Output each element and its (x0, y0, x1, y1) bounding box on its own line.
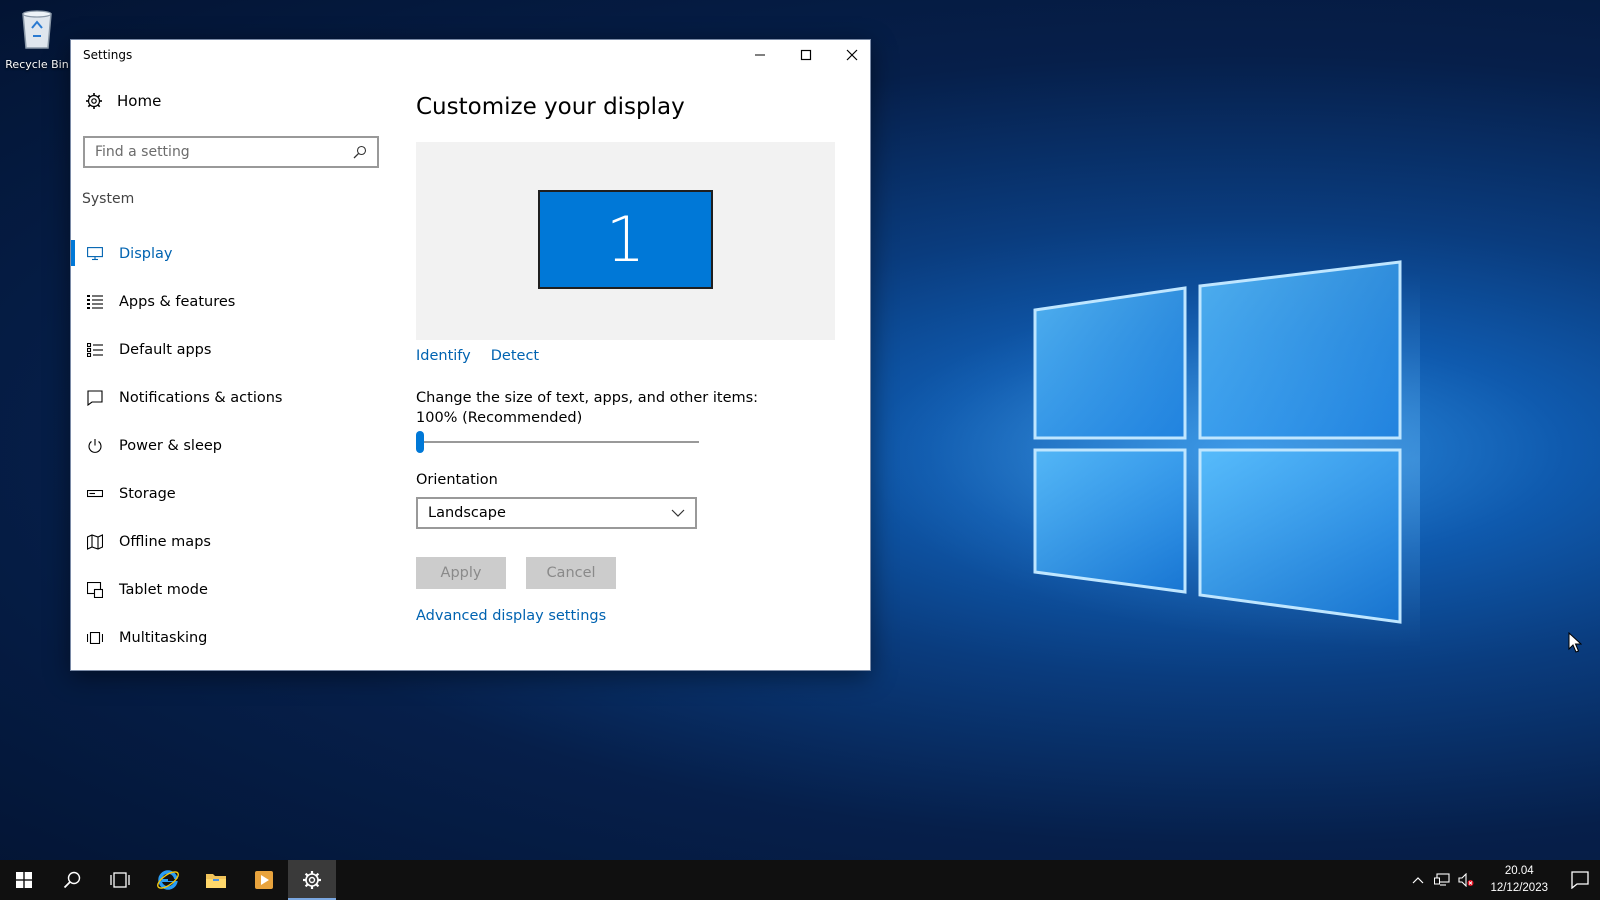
nav-list: Display Apps & features Default apps Not… (71, 230, 386, 662)
chevron-down-icon (671, 509, 685, 517)
display-settings-panel: Customize your display 1 Identify Detect… (416, 70, 870, 670)
media-app-button[interactable] (240, 860, 288, 900)
sidebar-item-offline-maps[interactable]: Offline maps (71, 518, 386, 566)
tablet-icon (86, 581, 104, 599)
map-icon (86, 533, 104, 551)
multitasking-icon (86, 629, 104, 647)
detect-link[interactable]: Detect (491, 348, 539, 364)
taskbar: 20.04 12/12/2023 (0, 860, 1600, 900)
notification-icon (1571, 871, 1589, 889)
orientation-value: Landscape (428, 505, 506, 521)
clock-date: 12/12/2023 (1490, 882, 1548, 894)
nav-home-label: Home (117, 92, 162, 110)
monitor-icon (86, 245, 104, 263)
search-box[interactable] (83, 136, 379, 168)
sidebar-item-label: Storage (119, 486, 176, 502)
network-button[interactable] (1430, 860, 1454, 900)
search-icon (63, 871, 81, 889)
section-label: System (82, 191, 135, 207)
settings-taskbar-button[interactable] (288, 860, 336, 900)
folder-icon (206, 874, 226, 888)
sidebar-item-label: Notifications & actions (119, 390, 283, 406)
sidebar-item-display[interactable]: Display (71, 230, 386, 278)
task-view-button[interactable] (96, 860, 144, 900)
search-button[interactable] (48, 860, 96, 900)
recycle-bin-label: Recycle Bin (5, 58, 69, 71)
internet-explorer-button[interactable] (144, 860, 192, 900)
mouse-cursor-icon (1568, 632, 1582, 653)
apply-button[interactable]: Apply (416, 557, 506, 589)
sidebar-item-notifications[interactable]: Notifications & actions (71, 374, 386, 422)
windows-wallpaper-logo (1033, 260, 1402, 624)
slider-thumb[interactable] (416, 431, 424, 453)
slider-track (416, 441, 699, 443)
monitor-1[interactable]: 1 (538, 190, 713, 289)
media-player-icon (255, 871, 273, 889)
maximize-button[interactable] (783, 40, 829, 70)
taskbar-clock[interactable]: 20.04 12/12/2023 (1478, 863, 1560, 897)
storage-icon (86, 485, 104, 503)
settings-window: Settings Home Find a setting System Disp… (70, 39, 871, 671)
clock-time: 20.04 (1504, 865, 1534, 877)
orientation-label: Orientation (416, 472, 498, 488)
nav-home[interactable]: Home (85, 92, 161, 110)
settings-nav: Home System Display Apps & features (71, 70, 386, 670)
gear-icon (86, 93, 102, 109)
title-bar[interactable]: Settings (71, 40, 870, 70)
sidebar-item-default-apps[interactable]: Default apps (71, 326, 386, 374)
sidebar-item-label: Offline maps (119, 534, 211, 550)
default-apps-icon (86, 341, 104, 359)
sidebar-item-label: Display (119, 246, 173, 262)
scale-slider[interactable] (416, 430, 699, 454)
sidebar-item-label: Power & sleep (119, 438, 222, 454)
start-button[interactable] (0, 860, 48, 900)
display-actions: Identify Detect (416, 348, 539, 364)
power-icon (86, 437, 104, 455)
close-icon (846, 49, 858, 61)
page-title: Customize your display (416, 94, 685, 120)
minimize-button[interactable] (737, 40, 783, 70)
notification-icon (86, 389, 104, 407)
sidebar-item-label: Tablet mode (119, 582, 208, 598)
system-tray: 20.04 12/12/2023 (1406, 860, 1600, 900)
identify-link[interactable]: Identify (416, 348, 471, 364)
recycle-bin-icon (22, 10, 52, 49)
maximize-icon (800, 49, 812, 61)
windows-logo-icon (16, 872, 32, 888)
list-icon (86, 293, 104, 311)
close-button[interactable] (829, 40, 875, 70)
sidebar-item-storage[interactable]: Storage (71, 470, 386, 518)
window-title: Settings (83, 48, 133, 62)
gear-icon (303, 871, 321, 889)
minimize-icon (755, 54, 765, 56)
advanced-display-settings-link[interactable]: Advanced display settings (416, 608, 606, 624)
orientation-dropdown[interactable]: Landscape (416, 497, 697, 529)
task-view-icon (110, 872, 130, 888)
chevron-up-icon (1413, 877, 1424, 884)
volume-muted-icon (1458, 873, 1474, 887)
search-input[interactable] (95, 144, 353, 160)
search-icon (353, 145, 367, 159)
recycle-bin[interactable]: Recycle Bin (4, 6, 70, 71)
volume-button[interactable] (1454, 860, 1478, 900)
sidebar-item-apps-features[interactable]: Apps & features (71, 278, 386, 326)
display-preview: 1 (416, 142, 835, 340)
sidebar-item-label: Apps & features (119, 294, 236, 310)
action-center-button[interactable] (1560, 860, 1600, 900)
internet-explorer-icon (157, 870, 179, 890)
network-icon (1434, 873, 1450, 886)
sidebar-item-label: Multitasking (119, 630, 208, 646)
show-hidden-icons-button[interactable] (1406, 860, 1430, 900)
sidebar-item-tablet-mode[interactable]: Tablet mode (71, 566, 386, 614)
scale-label: Change the size of text, apps, and other… (416, 390, 759, 426)
sidebar-item-label: Default apps (119, 342, 212, 358)
sidebar-item-multitasking[interactable]: Multitasking (71, 614, 386, 662)
file-explorer-button[interactable] (192, 860, 240, 900)
cancel-button[interactable]: Cancel (526, 557, 616, 589)
sidebar-item-power-sleep[interactable]: Power & sleep (71, 422, 386, 470)
